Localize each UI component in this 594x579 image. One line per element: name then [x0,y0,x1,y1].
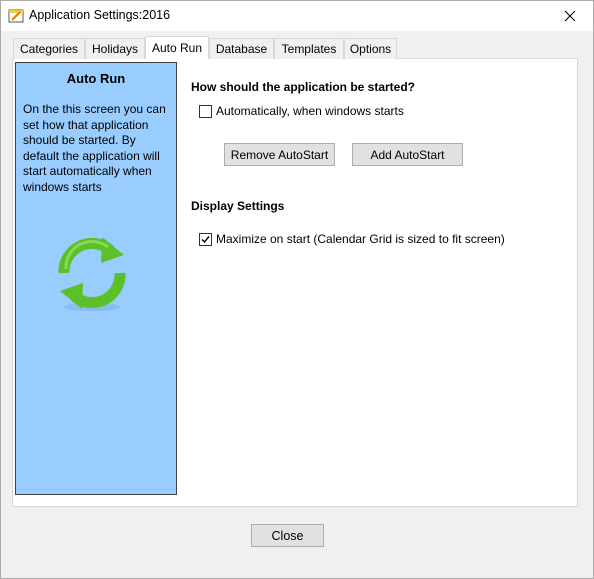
close-button[interactable]: Close [251,524,324,547]
auto-start-checkbox-row[interactable]: Automatically, when windows starts [199,104,404,118]
app-icon [8,8,24,24]
info-panel-description: On the this screen you can set how that … [23,102,166,194]
auto-run-info-panel: Auto Run On the this screen you can set … [15,62,177,495]
auto-start-checkbox[interactable] [199,104,212,118]
window-title: Application Settings:2016 [29,8,171,22]
settings-window: Application Settings:2016 Categories Hol… [0,0,594,579]
refresh-icon [52,233,132,315]
check-icon [201,235,210,243]
tab-database[interactable]: Database [209,38,274,59]
add-autostart-button[interactable]: Add AutoStart [352,143,463,166]
maximize-checkbox[interactable] [199,232,212,246]
info-panel-title: Auto Run [66,71,126,86]
tab-auto-run[interactable]: Auto Run [145,36,209,59]
tab-templates[interactable]: Templates [274,38,344,59]
close-window-icon[interactable] [547,1,593,31]
title-bar[interactable]: Application Settings:2016 [1,1,593,31]
display-settings-heading: Display Settings [191,199,285,213]
startup-heading: How should the application be started? [191,80,416,94]
remove-autostart-button[interactable]: Remove AutoStart [224,143,335,166]
maximize-label: Maximize on start (Calendar Grid is size… [216,232,505,246]
auto-start-label: Automatically, when windows starts [216,104,404,118]
maximize-checkbox-row[interactable]: Maximize on start (Calendar Grid is size… [199,232,505,246]
tab-holidays[interactable]: Holidays [85,38,145,59]
tab-options[interactable]: Options [344,38,397,59]
tab-categories[interactable]: Categories [13,38,85,59]
